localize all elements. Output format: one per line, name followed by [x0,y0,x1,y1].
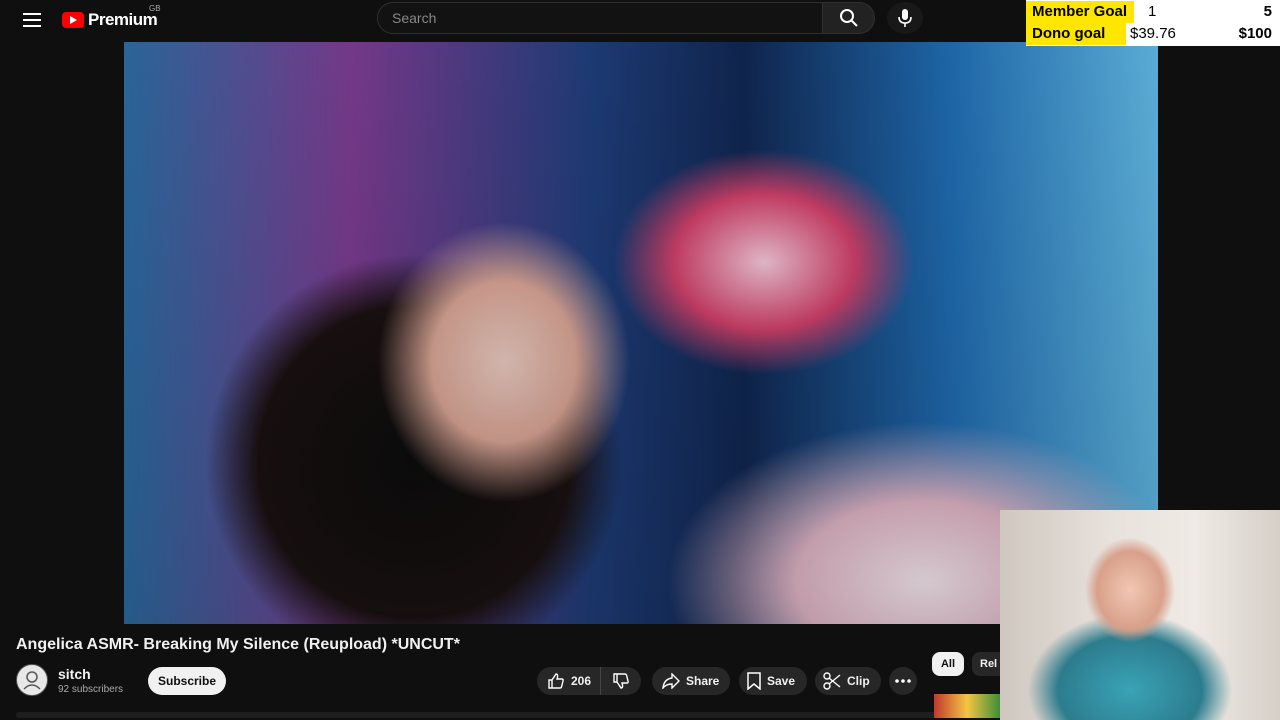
channel-name[interactable]: sitch [58,666,91,682]
dono-goal-label: Dono goal [1026,23,1126,45]
avatar-icon [23,671,41,690]
save-icon [747,672,761,690]
member-goal-current: 1 [1148,3,1157,20]
voice-search-button[interactable] [887,2,923,34]
like-count: 206 [571,674,592,688]
like-icon [548,673,564,689]
member-goal-label: Member Goal [1026,1,1134,23]
menu-icon [23,13,41,27]
dislike-button[interactable] [601,667,641,695]
search-icon [839,9,858,27]
more-icon [895,679,911,683]
share-icon [662,673,680,689]
save-label: Save [767,674,796,688]
menu-button[interactable] [16,4,48,36]
description-box-edge [16,712,1000,718]
share-button[interactable]: Share [652,667,730,695]
mic-icon [898,9,912,27]
clip-button[interactable]: Clip [815,667,881,695]
subscribe-button[interactable]: Subscribe [148,667,226,695]
youtube-logo[interactable]: Premium GB [62,4,161,32]
subscriber-count: 92 subscribers [58,684,124,695]
like-dislike-group: 206 [537,667,641,695]
dono-goal-target: $100 [1238,25,1272,42]
dono-goal-row: Dono goal $39.76 $100 [1026,23,1280,45]
chip-all[interactable]: All [932,652,964,676]
search-input[interactable] [390,9,814,27]
search-box [377,2,823,34]
related-video-thumbnail[interactable] [934,694,1000,718]
member-goal-row: Member Goal 1 5 [1026,1,1280,23]
share-label: Share [686,674,720,688]
search-button[interactable] [823,2,875,34]
clip-label: Clip [847,674,870,688]
member-goal-target: 5 [1263,3,1272,20]
video-title: Angelica ASMR- Breaking My Silence (Reup… [16,636,460,653]
region-label: GB [149,4,161,13]
webcam-overlay [1000,510,1280,720]
clip-icon [823,672,841,690]
like-button[interactable]: 206 [537,667,601,695]
dono-goal-current: $39.76 [1130,25,1176,42]
youtube-logo-icon [62,12,84,28]
channel-avatar[interactable] [16,664,48,696]
save-button[interactable]: Save [739,667,807,695]
stream-goals-overlay: Member Goal 1 5 Dono goal $39.76 $100 [1026,0,1280,46]
more-actions-button[interactable] [889,667,917,695]
dislike-icon [613,673,629,689]
logo-text: Premium [88,10,158,29]
